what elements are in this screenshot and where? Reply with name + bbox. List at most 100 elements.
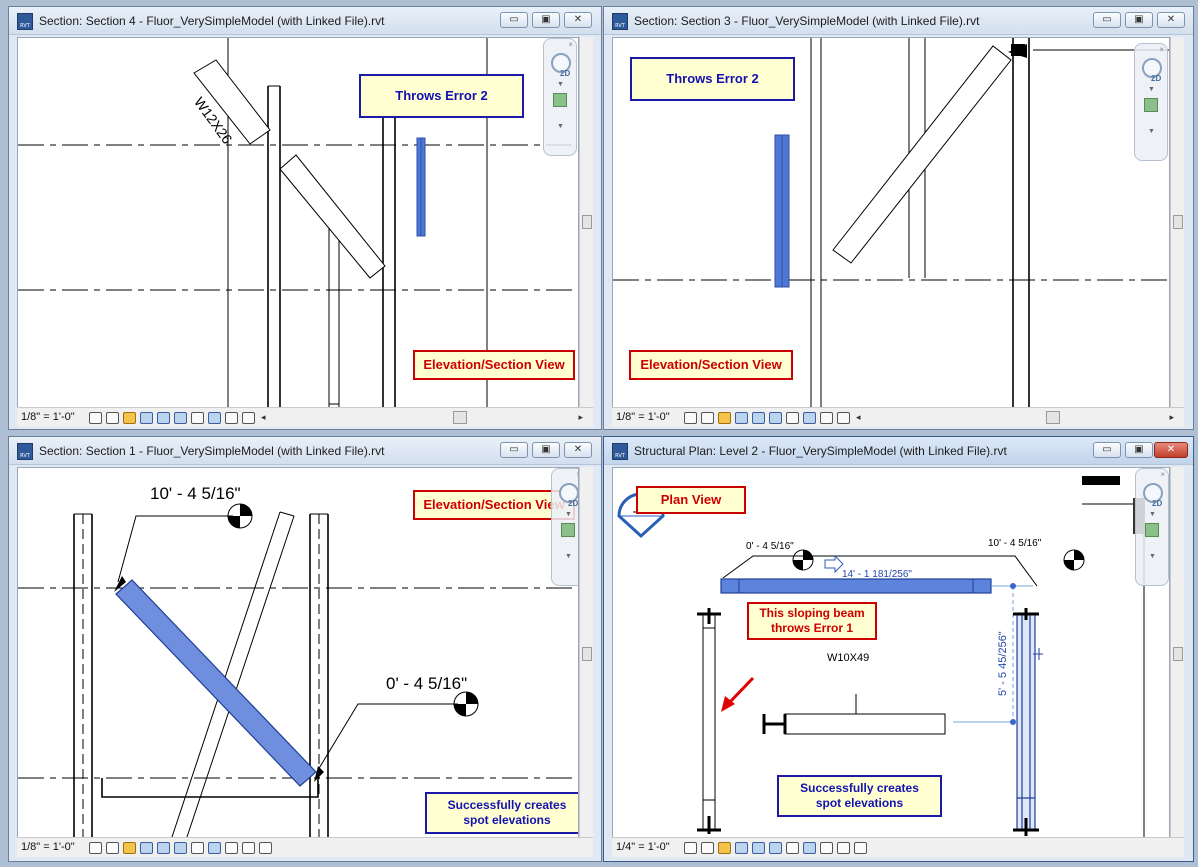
shadows-icon[interactable]	[735, 842, 748, 854]
view-scale[interactable]: 1/8" = 1'-0"	[21, 411, 75, 423]
spot-elevation-top[interactable]: 10' - 4 5/16"	[150, 484, 241, 504]
crop-view-icon[interactable]	[157, 842, 170, 854]
view-scale[interactable]: 1/4" = 1'-0"	[616, 841, 670, 853]
vertical-dimension[interactable]: 5' - 5 45/256"	[997, 631, 1009, 696]
show-crop-icon[interactable]	[174, 842, 187, 854]
chevron-down-icon[interactable]: ▼	[557, 81, 564, 88]
chevron-down-icon[interactable]: ▼	[1149, 511, 1156, 518]
detail-level-icon[interactable]	[89, 412, 102, 424]
horizontal-scrollbar[interactable]: ◂ ▸	[257, 411, 587, 425]
visual-style-icon[interactable]	[701, 412, 714, 424]
scroll-thumb[interactable]	[1173, 215, 1183, 229]
title-bar[interactable]: RVT Section: Section 1 - Fluor_VerySimpl…	[9, 437, 601, 465]
sun-path-icon[interactable]	[718, 842, 731, 854]
vertical-scrollbar[interactable]	[1170, 467, 1184, 839]
scroll-left-icon[interactable]: ◂	[261, 412, 266, 423]
scroll-thumb[interactable]	[1173, 647, 1183, 661]
scroll-thumb[interactable]	[582, 647, 592, 661]
view-window-section-3[interactable]: RVT Section: Section 3 - Fluor_VerySimpl…	[603, 6, 1194, 430]
sun-path-icon[interactable]	[123, 412, 136, 424]
view-window-section-1[interactable]: RVT Section: Section 1 - Fluor_VerySimpl…	[8, 436, 602, 862]
minimize-button[interactable]: ▭	[1093, 442, 1121, 458]
scroll-right-icon[interactable]: ▸	[578, 412, 583, 423]
temporary-hide-icon[interactable]	[786, 412, 799, 424]
navigation-bar[interactable]: × 2D ▼ ▼	[1135, 468, 1169, 586]
scroll-thumb[interactable]	[582, 215, 592, 229]
show-crop-icon[interactable]	[174, 412, 187, 424]
zoom-icon[interactable]	[561, 523, 575, 537]
detail-level-icon[interactable]	[684, 412, 697, 424]
title-bar[interactable]: RVT Section: Section 4 - Fluor_VerySimpl…	[9, 7, 601, 35]
worksharing-icon[interactable]	[242, 842, 255, 854]
minimize-button[interactable]: ▭	[1093, 12, 1121, 28]
chevron-down-icon[interactable]: ▼	[1148, 128, 1155, 135]
sun-path-icon[interactable]	[123, 842, 136, 854]
reveal-hidden-icon[interactable]	[803, 842, 816, 854]
drawing-canvas[interactable]: W12X26 Throws Error 2 Elevation/Section …	[17, 37, 579, 409]
spot-elevation-left[interactable]: 0' - 4 5/16"	[746, 541, 794, 552]
scroll-thumb[interactable]	[1046, 411, 1060, 424]
view-window-section-4[interactable]: RVT Section: Section 4 - Fluor_VerySimpl…	[8, 6, 602, 430]
worksharing-icon[interactable]	[837, 842, 850, 854]
worksharing-icon[interactable]	[242, 412, 255, 424]
view-window-plan-level-2[interactable]: RVT Structural Plan: Level 2 - Fluor_Ver…	[603, 436, 1194, 862]
close-button[interactable]: ✕	[1157, 12, 1185, 28]
temporary-hide-icon[interactable]	[786, 842, 799, 854]
zoom-icon[interactable]	[1145, 523, 1159, 537]
show-crop-icon[interactable]	[769, 842, 782, 854]
visual-style-icon[interactable]	[701, 842, 714, 854]
close-button[interactable]: ✕	[564, 442, 592, 458]
zoom-icon[interactable]	[553, 93, 567, 107]
visual-style-icon[interactable]	[106, 412, 119, 424]
visual-style-icon[interactable]	[106, 842, 119, 854]
horizontal-scrollbar[interactable]: ◂ ▸	[852, 411, 1178, 425]
reveal-hidden-icon[interactable]	[208, 842, 221, 854]
sun-path-icon[interactable]	[718, 412, 731, 424]
chevron-down-icon[interactable]: ▼	[1149, 553, 1156, 560]
temporary-hide-icon[interactable]	[191, 412, 204, 424]
detail-level-icon[interactable]	[89, 842, 102, 854]
shadows-icon[interactable]	[140, 842, 153, 854]
view-scale[interactable]: 1/8" = 1'-0"	[21, 841, 75, 853]
temporary-view-icon[interactable]	[820, 842, 833, 854]
drawing-canvas[interactable]: 10' - 4 5/16" 0' - 4 5/16" Elevation/Sec…	[17, 467, 579, 839]
restore-button[interactable]: ▣	[1125, 12, 1153, 28]
close-button[interactable]: ✕	[1154, 442, 1188, 458]
scroll-right-icon[interactable]: ▸	[1169, 412, 1174, 423]
minimize-button[interactable]: ▭	[500, 442, 528, 458]
show-crop-icon[interactable]	[769, 412, 782, 424]
worksharing-icon[interactable]	[837, 412, 850, 424]
crop-view-icon[interactable]	[157, 412, 170, 424]
vertical-scrollbar[interactable]	[579, 467, 593, 839]
shadows-icon[interactable]	[140, 412, 153, 424]
drawing-canvas[interactable]: Throws Error 2 Elevation/Section View × …	[612, 37, 1170, 409]
vertical-scrollbar[interactable]	[1170, 37, 1184, 409]
title-bar[interactable]: RVT Section: Section 3 - Fluor_VerySimpl…	[604, 7, 1193, 35]
navigation-bar[interactable]: × 2D ▼ ▼	[543, 38, 577, 156]
temporary-view-icon[interactable]	[225, 412, 238, 424]
close-button[interactable]: ✕	[564, 12, 592, 28]
temporary-view-icon[interactable]	[820, 412, 833, 424]
chevron-down-icon[interactable]: ▼	[1148, 86, 1155, 93]
restore-button[interactable]: ▣	[1125, 442, 1153, 458]
close-icon[interactable]: ×	[1160, 470, 1165, 479]
navigation-bar[interactable]: × 2D ▼ ▼	[1134, 43, 1168, 161]
beam-length-dimension[interactable]: 14' - 1 181/256"	[842, 569, 912, 580]
chevron-down-icon[interactable]: ▼	[565, 511, 572, 518]
navigation-bar[interactable]: × 2D ▼ ▼	[551, 468, 578, 586]
zoom-icon[interactable]	[1144, 98, 1158, 112]
drawing-canvas[interactable]: Plan View 0' - 4 5/16" 10' - 4 5/16" 14'…	[612, 467, 1170, 839]
crop-view-icon[interactable]	[752, 412, 765, 424]
close-icon[interactable]: ×	[1159, 45, 1164, 54]
spot-elevation-right[interactable]: 10' - 4 5/16"	[988, 538, 1041, 549]
minimize-button[interactable]: ▭	[500, 12, 528, 28]
close-icon[interactable]: ×	[568, 40, 573, 49]
scroll-left-icon[interactable]: ◂	[856, 412, 861, 423]
chevron-down-icon[interactable]: ▼	[565, 553, 572, 560]
temporary-hide-icon[interactable]	[191, 842, 204, 854]
chevron-down-icon[interactable]: ▼	[557, 123, 564, 130]
scroll-thumb[interactable]	[453, 411, 467, 424]
crop-view-icon[interactable]	[752, 842, 765, 854]
view-scale[interactable]: 1/8" = 1'-0"	[616, 411, 670, 423]
restore-button[interactable]: ▣	[532, 12, 560, 28]
